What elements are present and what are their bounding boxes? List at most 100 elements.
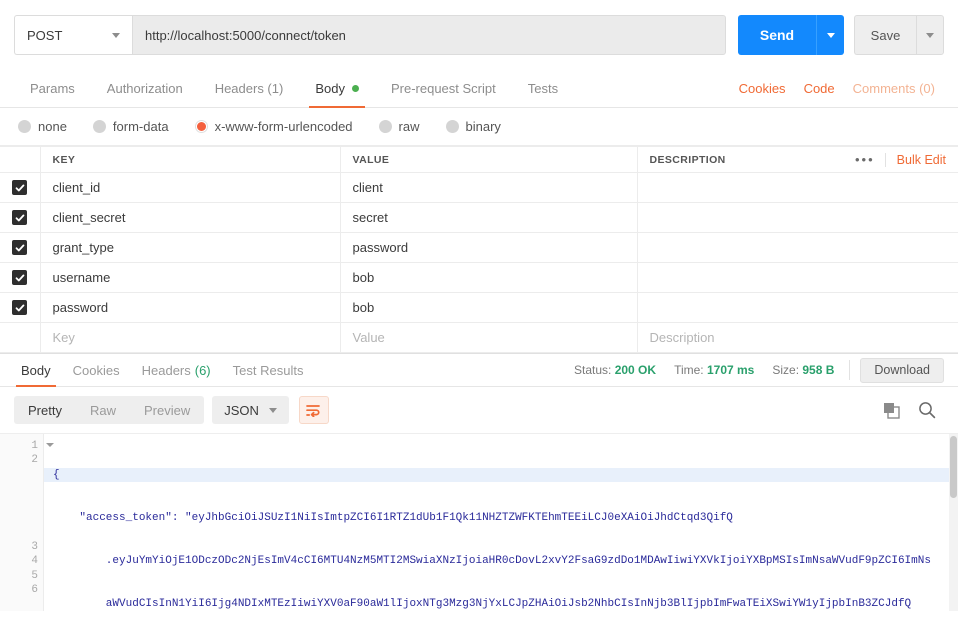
view-mode-raw[interactable]: Raw [76, 396, 130, 424]
body-type-binary[interactable]: binary [445, 119, 501, 134]
code-line: { [44, 467, 958, 483]
bulk-edit-button[interactable]: Bulk Edit [884, 152, 946, 167]
line-number: 2 [31, 454, 38, 467]
row-checkbox-cell [0, 172, 40, 203]
row-checkbox[interactable] [12, 270, 28, 285]
row-checkbox[interactable] [12, 180, 28, 195]
request-url-input[interactable] [132, 15, 726, 55]
copy-button[interactable] [883, 402, 900, 419]
code-line: .eyJuYmYiOjE1ODczODc2NjEsImV4cCI6MTU4NzM… [53, 555, 931, 568]
empty-key-placeholder: Key [52, 330, 75, 345]
table-header-row: KEY VALUE DESCRIPTION ••• Bulk Edit [0, 146, 958, 173]
view-mode-preview[interactable]: Preview [130, 396, 204, 424]
save-options-button[interactable] [916, 15, 944, 55]
code-scrollbar[interactable] [949, 434, 958, 611]
cookies-link[interactable]: Cookies [730, 81, 795, 96]
row-key-cell[interactable]: username [39, 262, 340, 293]
row-value-text: bob [352, 300, 375, 315]
view-mode-pretty[interactable]: Pretty [14, 396, 76, 424]
fold-toggle-icon[interactable] [46, 443, 54, 447]
send-button[interactable]: Send [738, 15, 816, 55]
code-content[interactable]: { "access_token": "eyJhbGciOiJSUzI1NiIsI… [44, 434, 958, 611]
send-options-button[interactable] [816, 15, 844, 55]
status-value: 200 OK [614, 363, 657, 377]
line-number [0, 497, 43, 511]
http-method-select[interactable]: POST [14, 15, 132, 55]
table-row: client_id client [0, 172, 958, 203]
body-type-radio-group: none form-data x-www-form-urlencoded raw… [0, 108, 958, 146]
body-type-raw[interactable]: raw [378, 119, 420, 134]
time-label: Time: [674, 363, 704, 377]
view-mode-label: Raw [89, 402, 116, 418]
response-body-code: 1 2 3 4 5 6 { "access_token": "eyJhbGciO… [0, 433, 958, 611]
radio-icon [378, 120, 392, 133]
row-key-text: client_secret [52, 210, 126, 225]
table-row: password bob [0, 292, 958, 323]
radio-label: binary [465, 119, 501, 134]
table-row: client_secret secret [0, 202, 958, 233]
row-value-cell[interactable]: client [339, 172, 637, 203]
form-data-table: KEY VALUE DESCRIPTION ••• Bulk Edit clie… [0, 146, 958, 353]
row-description-cell[interactable] [636, 292, 958, 323]
table-body: client_id client client_secret secret gr… [0, 172, 958, 353]
response-tab-label: Body [21, 362, 51, 378]
request-tab-links: Cookies Code Comments (0) [730, 70, 944, 107]
line-number: 6 [31, 583, 38, 596]
row-key-cell[interactable]: client_id [39, 172, 340, 203]
tab-tests[interactable]: Tests [512, 70, 574, 107]
row-checkbox[interactable] [12, 210, 28, 225]
tab-label: Body [315, 81, 345, 96]
row-key-cell[interactable]: client_secret [39, 202, 340, 233]
radio-label: raw [398, 119, 420, 134]
response-tab-cookies[interactable]: Cookies [62, 354, 131, 386]
download-button[interactable]: Download [860, 357, 944, 383]
row-key-cell[interactable]: grant_type [39, 232, 340, 263]
empty-row-key-cell[interactable]: Key [39, 322, 340, 353]
response-tab-headers[interactable]: Headers (6) [131, 354, 222, 386]
row-checkbox[interactable] [12, 240, 28, 255]
row-description-cell[interactable] [636, 232, 958, 263]
row-description-cell[interactable] [636, 262, 958, 293]
body-type-form-data[interactable]: form-data [92, 119, 169, 134]
code-line: aWVudCIsInN1YiI6Ijg4NDIxMTEzIiwiYXV0aF90… [53, 598, 912, 611]
response-tab-body[interactable]: Body [10, 354, 62, 387]
copy-icon [884, 402, 900, 419]
row-value-cell[interactable]: bob [339, 262, 637, 293]
row-checkbox-cell [0, 232, 40, 263]
tab-params[interactable]: Params [14, 70, 91, 107]
row-description-cell[interactable] [636, 172, 958, 203]
response-tab-label: Cookies [72, 362, 120, 378]
empty-description-placeholder: Description [649, 330, 715, 345]
format-select[interactable]: JSON [212, 396, 289, 424]
code-link[interactable]: Code [795, 81, 844, 96]
tab-authorization[interactable]: Authorization [91, 70, 199, 107]
line-number [0, 511, 43, 525]
row-key-cell[interactable]: password [39, 292, 340, 323]
comments-link[interactable]: Comments (0) [844, 81, 944, 96]
tab-headers[interactable]: Headers (1) [199, 70, 300, 107]
empty-row-description-cell[interactable]: Description [636, 322, 958, 353]
row-description-cell[interactable] [636, 202, 958, 233]
response-view-actions [883, 401, 944, 419]
code-scrollbar-thumb[interactable] [950, 436, 957, 498]
response-tab-test-results[interactable]: Test Results [222, 354, 315, 386]
row-value-cell[interactable]: password [339, 232, 637, 263]
row-checkbox[interactable] [12, 300, 28, 315]
row-checkbox-cell [0, 292, 40, 323]
row-value-text: client [352, 180, 383, 195]
wrap-lines-button[interactable] [298, 396, 329, 424]
body-type-urlencoded[interactable]: x-www-form-urlencoded [194, 119, 353, 134]
tab-body[interactable]: Body [299, 70, 375, 108]
line-number: 1 [0, 439, 54, 453]
radio-selected-icon [194, 120, 208, 133]
time-item: Time: 1707 ms [665, 363, 763, 377]
header-value: VALUE [339, 146, 637, 173]
save-button[interactable]: Save [854, 15, 916, 55]
table-options-button[interactable]: ••• [845, 152, 885, 167]
row-value-cell[interactable]: secret [339, 202, 637, 233]
tab-pre-request-script[interactable]: Pre-request Script [375, 70, 512, 107]
empty-row-value-cell[interactable]: Value [339, 322, 637, 353]
search-button[interactable] [918, 401, 936, 419]
row-value-cell[interactable]: bob [339, 292, 637, 323]
body-type-none[interactable]: none [18, 119, 67, 134]
